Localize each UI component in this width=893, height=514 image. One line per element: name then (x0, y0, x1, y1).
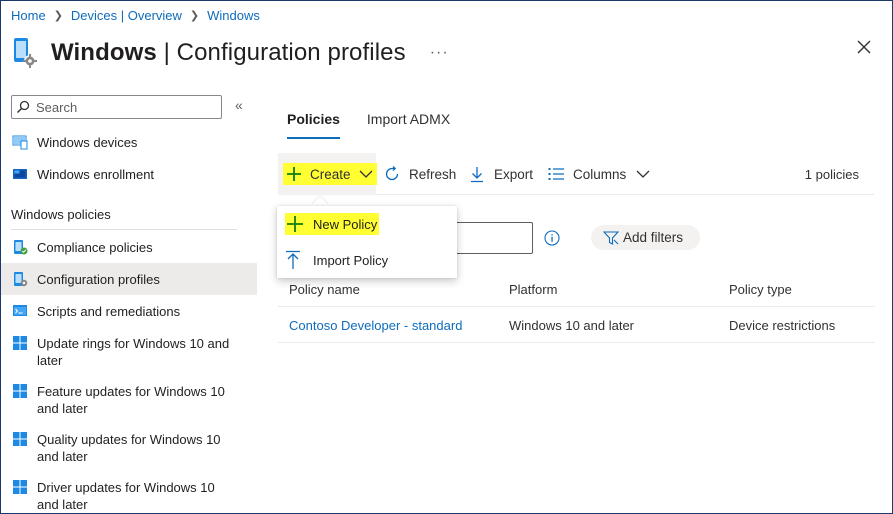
policy-platform: Windows 10 and later (509, 317, 635, 333)
sidebar-item-feature-updates[interactable]: Feature updates for Windows 10 and later (1, 383, 257, 417)
breadcrumb-devices-overview[interactable]: Devices | Overview (71, 8, 182, 23)
breadcrumb-windows[interactable]: Windows (207, 8, 260, 23)
close-icon[interactable] (852, 35, 876, 59)
enrollment-icon (12, 166, 28, 182)
sidebar-item-label: Scripts and remediations (37, 304, 181, 319)
sidebar-item-windows-enrollment[interactable]: Windows enrollment (1, 166, 257, 183)
column-header-policy-type[interactable]: Policy type (729, 271, 792, 307)
sidebar-item-label: Windows devices (37, 135, 138, 150)
filter-search-input[interactable] (451, 222, 533, 254)
section-divider (11, 229, 237, 230)
chevron-down-icon (636, 170, 650, 178)
plus-icon (287, 167, 301, 181)
export-button[interactable]: Export (470, 153, 533, 195)
menu-item-import-policy[interactable]: Import Policy (277, 242, 457, 278)
menu-item-new-policy[interactable]: New Policy (277, 206, 457, 242)
export-label: Export (494, 166, 534, 182)
upload-icon (286, 250, 300, 269)
chevron-right-icon: ❯ (189, 9, 200, 22)
columns-label: Columns (573, 166, 627, 182)
policy-name-link[interactable]: Contoso Developer - standard (289, 307, 462, 343)
tab-bar: Policies Import ADMX (287, 111, 450, 139)
add-filters-button[interactable]: Add filters (591, 225, 700, 250)
configuration-icon (12, 271, 28, 287)
sidebar-item-label: Driver updates for Windows 10 and later (37, 480, 215, 512)
compliance-icon (12, 239, 28, 255)
create-label: Create (310, 166, 351, 182)
collapse-sidebar-button[interactable]: « (235, 97, 243, 113)
policy-type: Device restrictions (729, 317, 836, 333)
page-title: Windows | Configuration profiles (51, 39, 406, 67)
breadcrumb: Home ❯ Devices | Overview ❯ Windows (11, 6, 260, 24)
chevron-right-icon: ❯ (53, 9, 63, 22)
sidebar-item-label: Configuration profiles (37, 272, 160, 287)
sidebar-item-driver-updates[interactable]: Driver updates for Windows 10 and later (1, 479, 257, 513)
policies-count: 1 policies (804, 167, 859, 182)
more-options-button[interactable]: ··· (430, 44, 449, 62)
sidebar-item-quality-updates[interactable]: Quality updates for Windows 10 and later (1, 431, 257, 465)
windows-icon (12, 383, 28, 399)
refresh-label: Refresh (409, 166, 457, 182)
create-button[interactable]: Create (278, 153, 377, 195)
sidebar-item-windows-devices[interactable]: Windows devices (1, 134, 257, 151)
sidebar-item-label: Windows enrollment (37, 167, 155, 182)
refresh-icon (385, 166, 399, 181)
download-icon (471, 167, 483, 183)
page-title-rest: | Configuration profiles (156, 39, 406, 66)
new-policy-label: New Policy (313, 216, 378, 232)
windows-icon (12, 479, 28, 495)
tab-import-admx[interactable]: Import ADMX (367, 111, 450, 139)
sidebar-item-compliance-policies[interactable]: Compliance policies (1, 239, 257, 256)
policies-table: Policy name Platform Policy type Contoso… (278, 271, 875, 343)
columns-button[interactable]: Columns (548, 153, 650, 195)
sidebar-item-label: Quality updates for Windows 10 and later (37, 432, 221, 464)
create-dropdown-menu: New Policy Import Policy (277, 206, 457, 278)
column-header-platform[interactable]: Platform (509, 271, 557, 307)
command-bar: Create Refresh Export Columns 1 policies (278, 153, 874, 195)
refresh-button[interactable]: Refresh (383, 153, 456, 195)
create-highlight: Create (283, 163, 377, 185)
windows-icon (12, 431, 28, 447)
scripts-icon (12, 303, 28, 319)
sidebar-item-scripts-and-remediations[interactable]: Scripts and remediations (1, 303, 257, 320)
search-input[interactable] (36, 99, 206, 115)
devices-icon (12, 134, 28, 150)
columns-icon (548, 168, 564, 180)
filter-icon (603, 230, 619, 245)
add-filters-label: Add filters (623, 230, 684, 245)
chevron-down-icon (359, 170, 372, 178)
new-policy-highlight: New Policy (285, 213, 380, 235)
plus-icon (287, 216, 303, 232)
sidebar-item-label: Feature updates for Windows 10 and later (37, 384, 225, 416)
sidebar-search[interactable] (11, 95, 222, 119)
device-configuration-icon (11, 36, 41, 70)
breadcrumb-home[interactable]: Home (11, 8, 46, 23)
sidebar-item-update-rings[interactable]: Update rings for Windows 10 and later (1, 335, 257, 369)
sidebar-item-configuration-profiles[interactable]: Configuration profiles (1, 263, 257, 295)
section-title: Windows policies (11, 207, 111, 222)
sidebar: « Windows devices Windows enrollment Win… (1, 89, 257, 513)
sidebar-item-label: Compliance policies (37, 240, 153, 255)
import-policy-label: Import Policy (313, 252, 389, 268)
window-frame: Home ❯ Devices | Overview ❯ Windows Wind… (0, 0, 893, 514)
sidebar-item-label: Update rings for Windows 10 and later (37, 336, 230, 368)
table-row[interactable]: Contoso Developer - standard Windows 10 … (278, 307, 875, 343)
info-icon[interactable] (544, 230, 560, 249)
page-title-strong: Windows (51, 39, 157, 66)
windows-icon (12, 335, 28, 351)
tab-policies[interactable]: Policies (287, 111, 340, 139)
title-row: Windows | Configuration profiles ··· (11, 33, 876, 73)
search-icon (17, 100, 30, 113)
